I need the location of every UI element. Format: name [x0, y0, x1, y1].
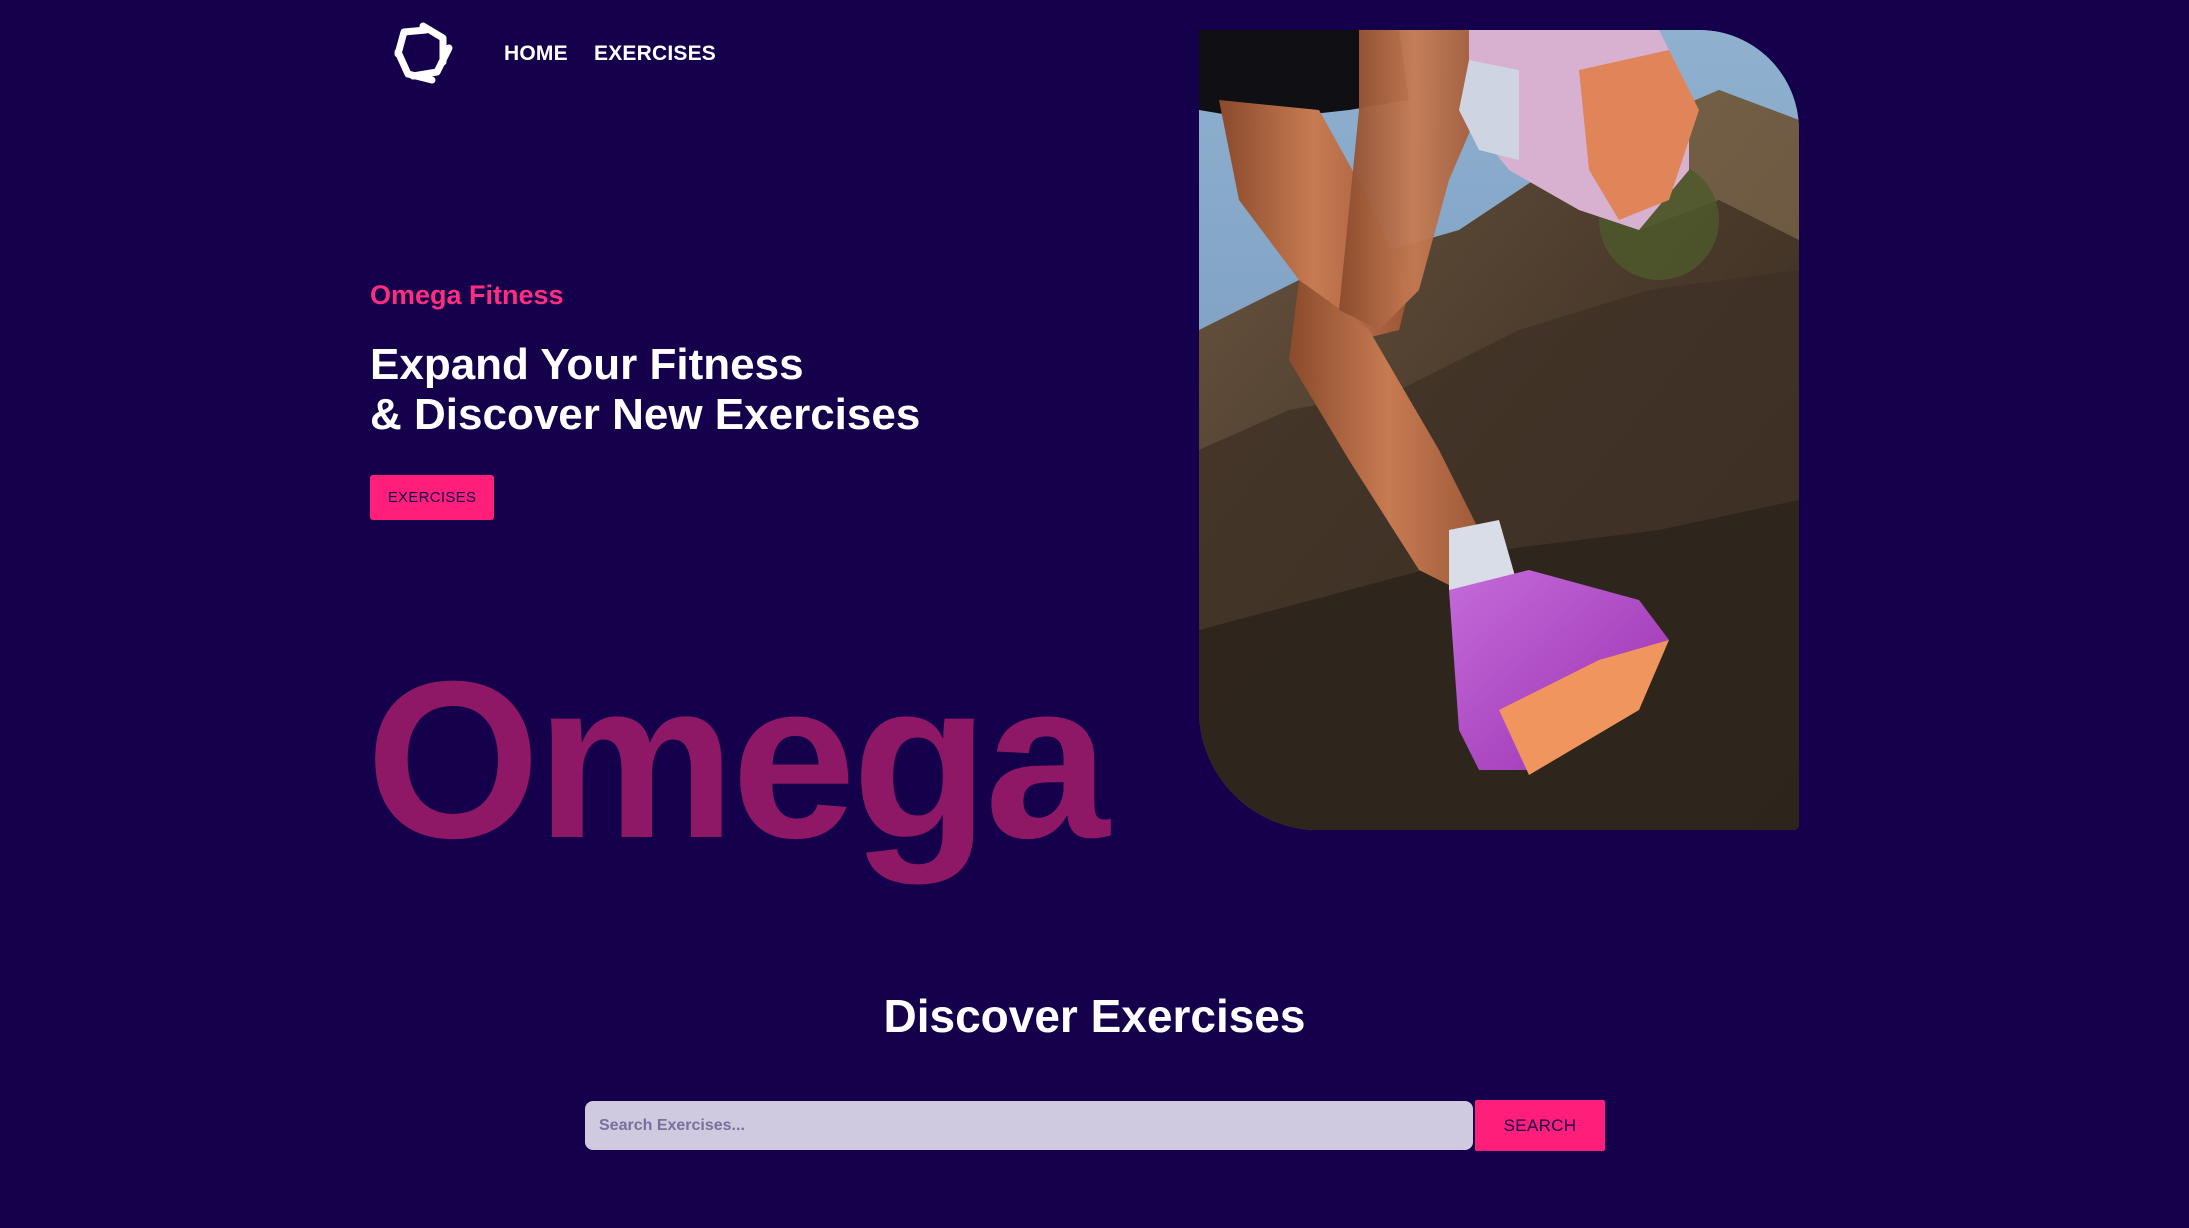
logo-link[interactable] — [388, 20, 458, 86]
star-knot-logo-icon — [394, 22, 453, 84]
nav-exercises-link[interactable]: EXERCISES — [594, 40, 716, 68]
hero-exercises-button[interactable]: EXERCISES — [370, 475, 494, 520]
hero-title-line-1: Expand Your Fitness — [370, 340, 804, 389]
hero-title: Expand Your Fitness & Discover New Exerc… — [370, 340, 920, 440]
hero-watermark-text: Omega — [366, 635, 1109, 885]
hero-image — [1199, 30, 1799, 830]
discover-title: Discover Exercises — [883, 990, 1306, 1042]
nav-home-link[interactable]: HOME — [504, 40, 568, 68]
trail-runner-photo — [1199, 30, 1799, 830]
search-input[interactable] — [585, 1101, 1473, 1150]
search-button[interactable]: SEARCH — [1475, 1100, 1605, 1151]
page: HOME EXERCISES Omega Fitness Expand Your… — [0, 0, 2189, 1228]
hero-kicker: Omega Fitness — [370, 280, 564, 310]
hero-title-line-2: & Discover New Exercises — [370, 390, 921, 439]
